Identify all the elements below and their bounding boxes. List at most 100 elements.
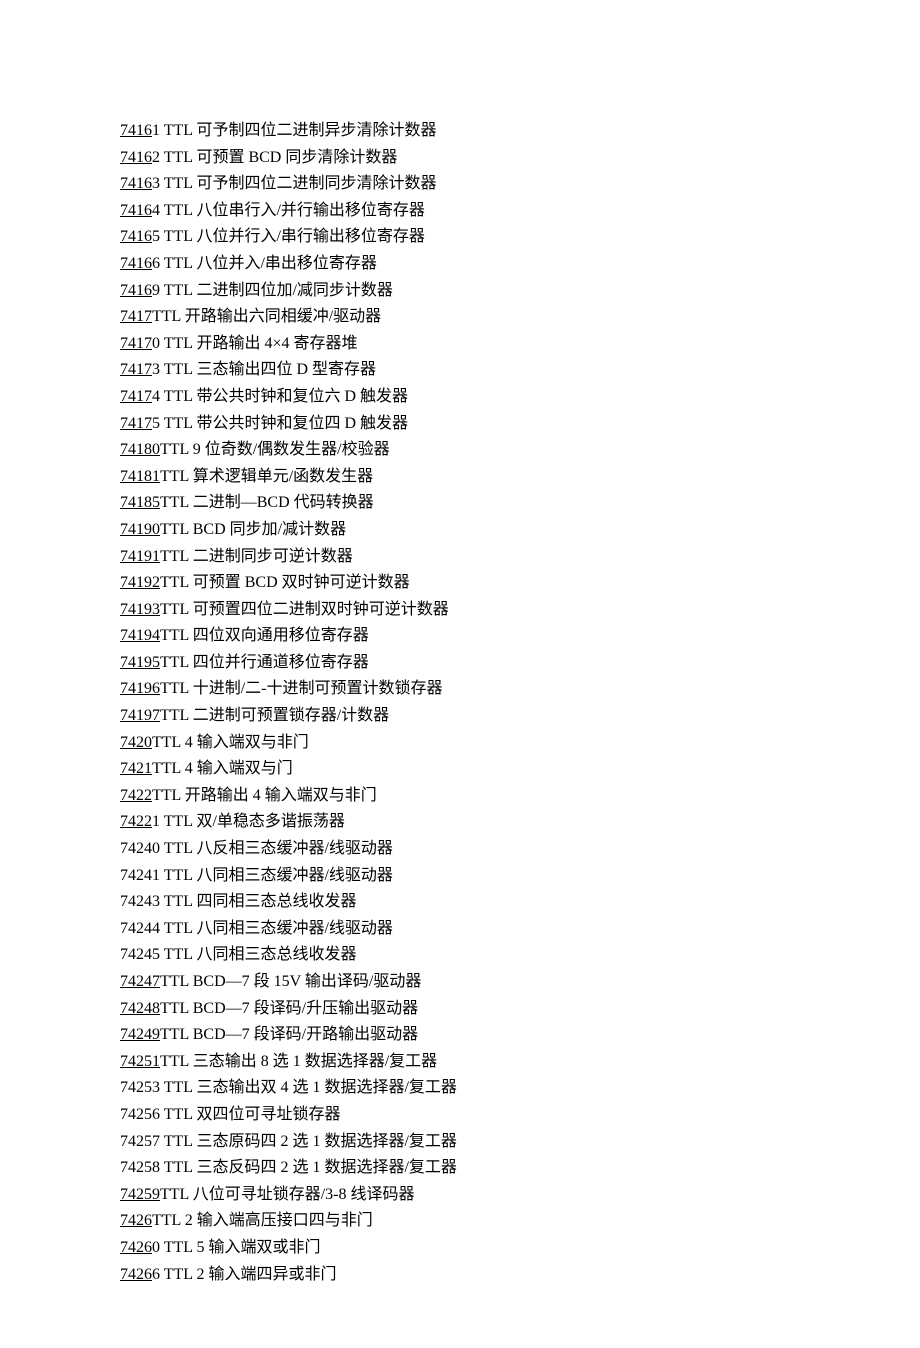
list-item: 74194TTL 四位双向通用移位寄存器 <box>120 623 800 649</box>
part-number-link[interactable]: 74197 <box>120 707 160 724</box>
item-description: 1 TTL 双/单稳态多谐振荡器 <box>152 813 345 830</box>
list-item: 74164 TTL 八位串行入/并行输出移位寄存器 <box>120 198 800 224</box>
list-item: 74266 TTL 2 输入端四异或非门 <box>120 1262 800 1288</box>
item-description: 74241 TTL 八同相三态缓冲器/线驱动器 <box>120 867 393 884</box>
part-number-link[interactable]: 74191 <box>120 548 160 565</box>
part-number-link[interactable]: 7420 <box>120 734 152 751</box>
part-number-link[interactable]: 7416 <box>120 255 152 272</box>
list-item: 74221 TTL 双/单稳态多谐振荡器 <box>120 809 800 835</box>
part-number-link[interactable]: 74180 <box>120 441 160 458</box>
list-item: 74257 TTL 三态原码四 2 选 1 数据选择器/复工器 <box>120 1129 800 1155</box>
item-description: 74245 TTL 八同相三态总线收发器 <box>120 946 356 963</box>
list-item: 74185TTL 二进制—BCD 代码转换器 <box>120 490 800 516</box>
part-number-link[interactable]: 74247 <box>120 973 160 990</box>
part-number-link[interactable]: 7416 <box>120 149 152 166</box>
part-number-link[interactable]: 74181 <box>120 468 160 485</box>
item-description: 6 TTL 八位并入/串出移位寄存器 <box>152 255 377 272</box>
item-description: 2 TTL 可预置 BCD 同步清除计数器 <box>152 149 397 166</box>
document-content: 74161 TTL 可予制四位二进制异步清除计数器74162 TTL 可预置 B… <box>120 118 800 1287</box>
list-item: 74241 TTL 八同相三态缓冲器/线驱动器 <box>120 863 800 889</box>
part-number-link[interactable]: 74190 <box>120 521 160 538</box>
item-description: 9 TTL 二进制四位加/减同步计数器 <box>152 282 393 299</box>
item-description: TTL BCD 同步加/减计数器 <box>160 521 346 538</box>
part-number-link[interactable]: 7426 <box>120 1212 152 1229</box>
list-item: 74173 TTL 三态输出四位 D 型寄存器 <box>120 357 800 383</box>
part-number-link[interactable]: 7416 <box>120 228 152 245</box>
part-number-link[interactable]: 7416 <box>120 122 152 139</box>
part-number-link[interactable]: 74194 <box>120 627 160 644</box>
item-description: 3 TTL 三态输出四位 D 型寄存器 <box>152 361 376 378</box>
list-item: 74256 TTL 双四位可寻址锁存器 <box>120 1102 800 1128</box>
item-description: TTL 二进制可预置锁存器/计数器 <box>160 707 389 724</box>
item-description: TTL 十进制/二-十进制可预置计数锁存器 <box>160 680 443 697</box>
part-number-link[interactable]: 74251 <box>120 1053 160 1070</box>
item-description: 0 TTL 5 输入端双或非门 <box>152 1239 320 1256</box>
part-number-link[interactable]: 7417 <box>120 388 152 405</box>
item-description: TTL 二进制同步可逆计数器 <box>160 548 353 565</box>
part-number-link[interactable]: 7421 <box>120 760 152 777</box>
list-item: 74165 TTL 八位并行入/串行输出移位寄存器 <box>120 224 800 250</box>
list-item: 74197TTL 二进制可预置锁存器/计数器 <box>120 703 800 729</box>
part-number-link[interactable]: 7416 <box>120 202 152 219</box>
item-description: TTL BCD—7 段译码/开路输出驱动器 <box>160 1026 418 1043</box>
part-number-link[interactable]: 74192 <box>120 574 160 591</box>
part-number-link[interactable]: 7416 <box>120 282 152 299</box>
list-item: 74166 TTL 八位并入/串出移位寄存器 <box>120 251 800 277</box>
part-number-link[interactable]: 7416 <box>120 175 152 192</box>
item-description: 74257 TTL 三态原码四 2 选 1 数据选择器/复工器 <box>120 1133 457 1150</box>
item-description: 74243 TTL 四同相三态总线收发器 <box>120 893 356 910</box>
part-number-link[interactable]: 7417 <box>120 361 152 378</box>
list-item: 7422TTL 开路输出 4 输入端双与非门 <box>120 783 800 809</box>
list-item: 74169 TTL 二进制四位加/减同步计数器 <box>120 278 800 304</box>
item-description: TTL BCD—7 段 15V 输出译码/驱动器 <box>160 973 421 990</box>
part-number-link[interactable]: 7426 <box>120 1266 152 1283</box>
item-description: 5 TTL 八位并行入/串行输出移位寄存器 <box>152 228 425 245</box>
list-item: 7426TTL 2 输入端高压接口四与非门 <box>120 1208 800 1234</box>
part-number-link[interactable]: 7417 <box>120 415 152 432</box>
list-item: 74175 TTL 带公共时钟和复位四 D 触发器 <box>120 411 800 437</box>
part-number-link[interactable]: 74249 <box>120 1026 160 1043</box>
item-description: 74258 TTL 三态反码四 2 选 1 数据选择器/复工器 <box>120 1159 457 1176</box>
part-number-link[interactable]: 7426 <box>120 1239 152 1256</box>
item-description: TTL 八位可寻址锁存器/3-8 线译码器 <box>160 1186 415 1203</box>
part-number-link[interactable]: 74195 <box>120 654 160 671</box>
part-number-link[interactable]: 74248 <box>120 1000 160 1017</box>
item-description: 0 TTL 开路输出 4×4 寄存器堆 <box>152 335 357 352</box>
part-number-link[interactable]: 74259 <box>120 1186 160 1203</box>
list-item: 74240 TTL 八反相三态缓冲器/线驱动器 <box>120 836 800 862</box>
item-description: 1 TTL 可予制四位二进制异步清除计数器 <box>152 122 436 139</box>
item-description: TTL 4 输入端双与门 <box>152 760 293 777</box>
list-item: 74251TTL 三态输出 8 选 1 数据选择器/复工器 <box>120 1049 800 1075</box>
list-item: 74195TTL 四位并行通道移位寄存器 <box>120 650 800 676</box>
list-item: 74190TTL BCD 同步加/减计数器 <box>120 517 800 543</box>
list-item: 74260 TTL 5 输入端双或非门 <box>120 1235 800 1261</box>
list-item: 74161 TTL 可予制四位二进制异步清除计数器 <box>120 118 800 144</box>
part-number-link[interactable]: 7422 <box>120 813 152 830</box>
list-item: 74258 TTL 三态反码四 2 选 1 数据选择器/复工器 <box>120 1155 800 1181</box>
part-number-link[interactable]: 74185 <box>120 494 160 511</box>
item-description: TTL 可预置四位二进制双时钟可逆计数器 <box>160 601 449 618</box>
part-number-link[interactable]: 7417 <box>120 335 152 352</box>
item-description: TTL 算术逻辑单元/函数发生器 <box>160 468 373 485</box>
list-item: 74248TTL BCD—7 段译码/升压输出驱动器 <box>120 996 800 1022</box>
item-description: TTL 开路输出 4 输入端双与非门 <box>152 787 377 804</box>
list-item: 74192TTL 可预置 BCD 双时钟可逆计数器 <box>120 570 800 596</box>
item-description: TTL 开路输出六同相缓冲/驱动器 <box>152 308 381 325</box>
list-item: 74247TTL BCD—7 段 15V 输出译码/驱动器 <box>120 969 800 995</box>
item-description: TTL 三态输出 8 选 1 数据选择器/复工器 <box>160 1053 437 1070</box>
item-description: 5 TTL 带公共时钟和复位四 D 触发器 <box>152 415 408 432</box>
list-item: 7420TTL 4 输入端双与非门 <box>120 730 800 756</box>
part-number-link[interactable]: 74196 <box>120 680 160 697</box>
item-description: 74253 TTL 三态输出双 4 选 1 数据选择器/复工器 <box>120 1079 457 1096</box>
list-item: 74162 TTL 可预置 BCD 同步清除计数器 <box>120 145 800 171</box>
list-item: 74180TTL 9 位奇数/偶数发生器/校验器 <box>120 437 800 463</box>
part-number-link[interactable]: 7422 <box>120 787 152 804</box>
list-item: 74163 TTL 可予制四位二进制同步清除计数器 <box>120 171 800 197</box>
item-description: TTL 9 位奇数/偶数发生器/校验器 <box>160 441 390 458</box>
list-item: 74170 TTL 开路输出 4×4 寄存器堆 <box>120 331 800 357</box>
part-number-link[interactable]: 7417 <box>120 308 152 325</box>
list-item: 74245 TTL 八同相三态总线收发器 <box>120 942 800 968</box>
list-item: 7421TTL 4 输入端双与门 <box>120 756 800 782</box>
part-number-link[interactable]: 74193 <box>120 601 160 618</box>
list-item: 74259TTL 八位可寻址锁存器/3-8 线译码器 <box>120 1182 800 1208</box>
